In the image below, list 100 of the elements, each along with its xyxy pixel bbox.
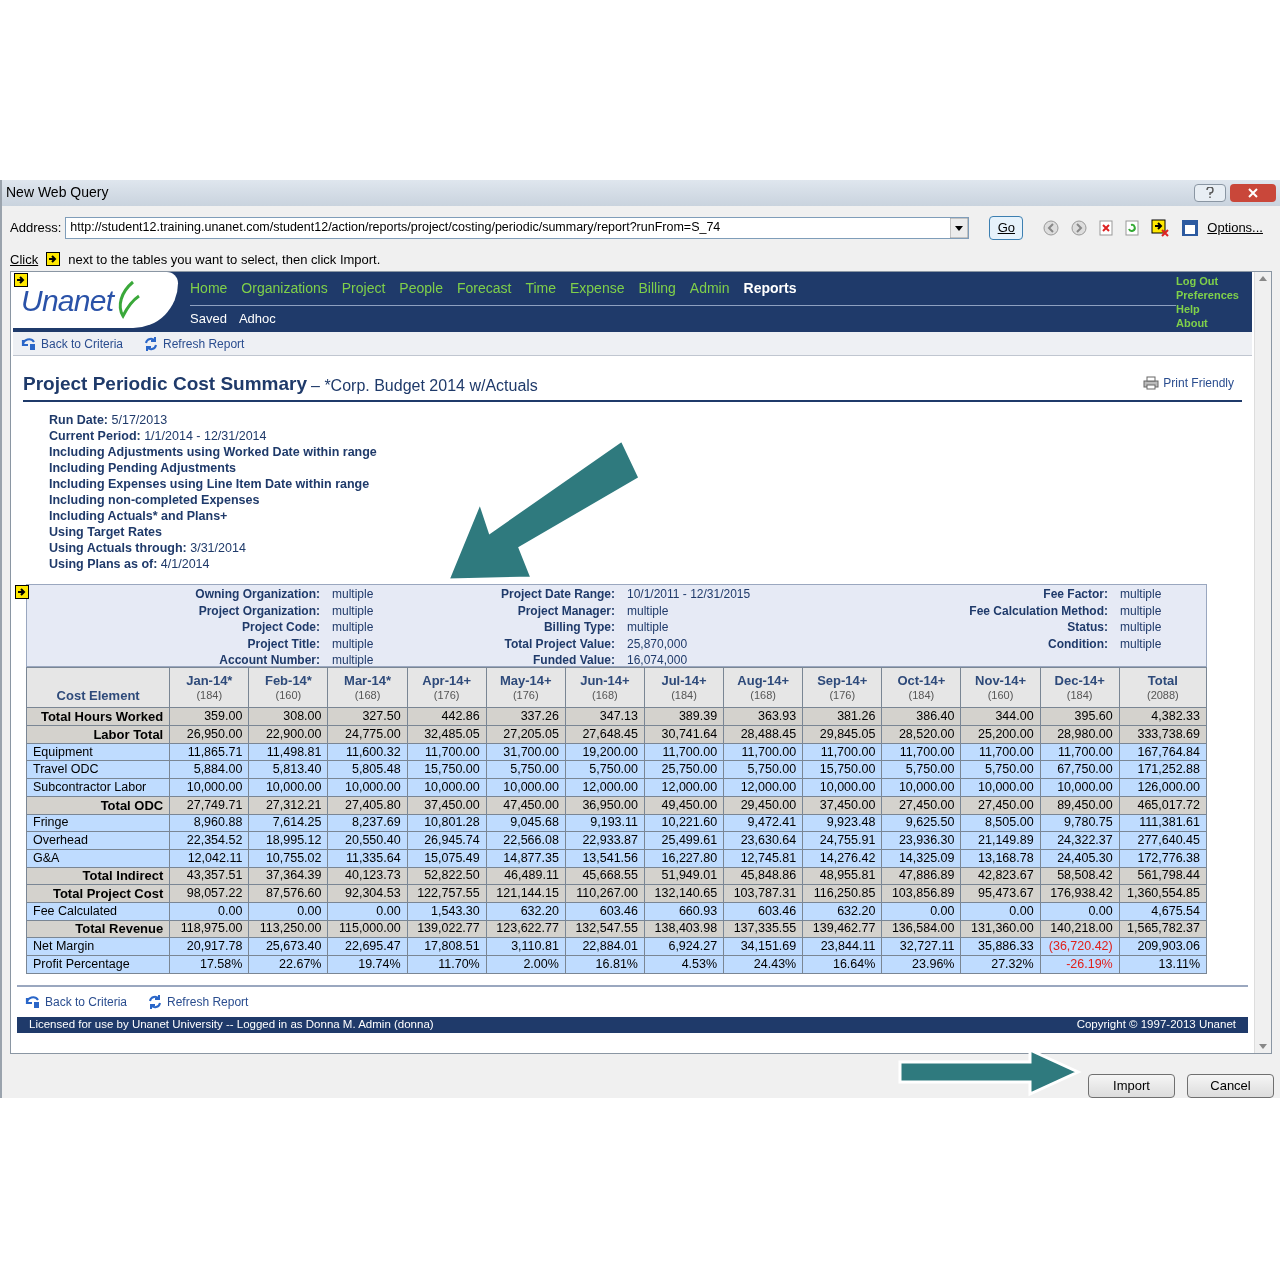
info-line: Including Expenses using Line Item Date within range	[49, 476, 371, 493]
info-line: Including non-completed Expenses	[49, 492, 261, 509]
license-text: Licensed for use by Unanet University -- Logged in as Donna M. Admin (donna)	[29, 1017, 434, 1033]
address-label: Address:	[10, 218, 62, 237]
filter-value: multiple	[627, 602, 670, 620]
cancel-button[interactable]: Cancel	[1187, 1074, 1274, 1098]
filter-value: multiple	[627, 619, 670, 636]
filter-label: Billing Type:	[542, 619, 615, 636]
info-line: Run Date: 5/17/2013	[49, 412, 169, 429]
hide-icons-icon[interactable]	[1151, 218, 1170, 237]
select-arrow-icon[interactable]	[15, 585, 29, 600]
nav-menu-item[interactable]: Time	[525, 278, 556, 300]
nav-menu-item[interactable]: Admin	[689, 278, 730, 300]
nav-menu-item[interactable]: Home	[190, 278, 228, 300]
filter-value: multiple	[332, 635, 375, 653]
scroll-down-icon[interactable]	[1259, 1044, 1267, 1049]
filter-value: multiple	[332, 602, 375, 620]
instruction-text: next to the tables you want to select, then click Import.	[68, 250, 381, 269]
filter-value: 16,074,000	[627, 652, 689, 669]
forward-icon[interactable]	[1071, 219, 1088, 236]
filter-label: Total Project Value:	[503, 635, 615, 653]
filter-label: Fee Calculation Method:	[969, 602, 1108, 620]
column-header: Aug-14+ (168)	[723, 667, 803, 708]
info-line: Using Actuals through: 3/31/2014	[49, 540, 247, 557]
info-line: Including Actuals* and Plans+	[49, 508, 229, 525]
filter-label: Project Title:	[246, 635, 320, 653]
column-header: Oct-14+ (184)	[881, 667, 961, 708]
column-header: Mar-14* (168)	[328, 667, 408, 708]
logo: Unanet	[13, 272, 178, 329]
column-header: Apr-14+ (176)	[407, 667, 487, 708]
info-line: Using Plans as of: 4/1/2014	[49, 556, 211, 573]
nav-menu-item[interactable]: Expense	[570, 278, 625, 300]
user-link[interactable]: About	[1176, 316, 1252, 331]
printer-icon	[1143, 376, 1160, 391]
help-button[interactable]	[1194, 183, 1226, 202]
print-link[interactable]: Print Friendly	[1143, 374, 1242, 401]
copyright-text: Copyright © 1997-2013 Unanet	[1076, 1017, 1236, 1033]
info-line: Including Adjustments using Worked Date within range	[49, 444, 378, 461]
dropdown-icon[interactable]	[950, 217, 969, 238]
report-title: Project Periodic Cost Summary	[23, 371, 308, 396]
scroll-up-icon[interactable]	[1259, 276, 1267, 282]
close-button[interactable]	[1230, 183, 1276, 202]
nav-menu-item[interactable]: Organizations	[241, 278, 328, 300]
filter-label: Project Date Range:	[500, 586, 615, 603]
instruction-text: Click	[10, 250, 39, 269]
select-arrow-icon[interactable]	[14, 273, 28, 288]
user-link[interactable]: Log Out	[1176, 274, 1252, 289]
column-header: Sep-14+ (176)	[802, 667, 882, 708]
filter-label: Project Manager:	[516, 602, 615, 620]
nav-menu-item[interactable]: Project	[341, 278, 386, 300]
filter-value: multiple	[1120, 602, 1163, 620]
address-field[interactable]: http://student12.training.unanet.com/student12/action/reports/project/costing/periodic/summary/report?runFrom=S_74	[65, 216, 970, 239]
options-icon[interactable]	[1181, 218, 1200, 237]
user-link[interactable]: Help	[1176, 302, 1252, 317]
stop-icon[interactable]	[1099, 219, 1114, 236]
refresh-link[interactable]: Refresh Report	[147, 992, 249, 1011]
window-title: New Web Query	[5, 183, 109, 203]
column-header: Total (2088)	[1119, 667, 1207, 708]
column-header: Jul-14+ (184)	[644, 667, 724, 708]
help-icon	[1206, 187, 1214, 199]
filter-label: Status:	[1066, 619, 1108, 636]
filter-value: 25,870,000	[627, 635, 689, 653]
scrollbar[interactable]	[1254, 272, 1271, 1053]
nav-menu-item[interactable]: Forecast	[456, 278, 512, 300]
filter-value: multiple	[1120, 586, 1163, 603]
refresh-page-icon[interactable]	[1125, 219, 1140, 236]
submenu-item[interactable]: Saved	[190, 308, 227, 329]
back-arrow-icon	[25, 994, 41, 1009]
back-link[interactable]: Back to Criteria	[25, 992, 128, 1011]
nav-menu-item[interactable]: Reports	[743, 278, 797, 300]
import-button[interactable]: Import	[1088, 1074, 1175, 1098]
column-header: Nov-14+ (160)	[961, 667, 1041, 708]
filter-label: Funded Value:	[532, 652, 615, 669]
column-header: Jun-14+ (168)	[565, 667, 645, 708]
filter-label: Project Code:	[241, 619, 320, 636]
column-header: Dec-14+ (184)	[1040, 667, 1120, 708]
column-header: May-14+ (176)	[486, 667, 566, 708]
nav-menu-item[interactable]: People	[399, 278, 443, 300]
options-button[interactable]: Options...	[1207, 217, 1263, 238]
back-link[interactable]: Back to Criteria	[21, 334, 124, 353]
column-header: Feb-14* (160)	[248, 667, 328, 708]
nav-menu-item[interactable]: Billing	[638, 278, 676, 300]
column-header: Jan-14* (184)	[169, 667, 249, 708]
go-button[interactable]: Go	[989, 215, 1024, 240]
back-icon[interactable]	[1043, 219, 1060, 236]
filter-value: multiple	[332, 652, 375, 669]
info-line: Using Target Rates	[49, 524, 163, 541]
submenu-item[interactable]: Adhoc	[238, 308, 276, 329]
filter-label: Project Organization:	[197, 602, 320, 620]
filter-value: 10/1/2011 - 12/31/2015	[627, 586, 752, 603]
filter-label: Owning Organization:	[195, 586, 320, 603]
info-line: Current Period: 1/1/2014 - 12/31/2014	[49, 428, 268, 445]
info-line: Including Pending Adjustments	[49, 460, 238, 477]
filter-value: multiple	[332, 586, 375, 603]
refresh-icon	[147, 993, 164, 1010]
refresh-link[interactable]: Refresh Report	[143, 334, 245, 353]
back-arrow-icon	[21, 336, 37, 351]
refresh-icon	[143, 335, 160, 352]
user-link[interactable]: Preferences	[1176, 288, 1252, 303]
filter-value: multiple	[1120, 619, 1163, 636]
